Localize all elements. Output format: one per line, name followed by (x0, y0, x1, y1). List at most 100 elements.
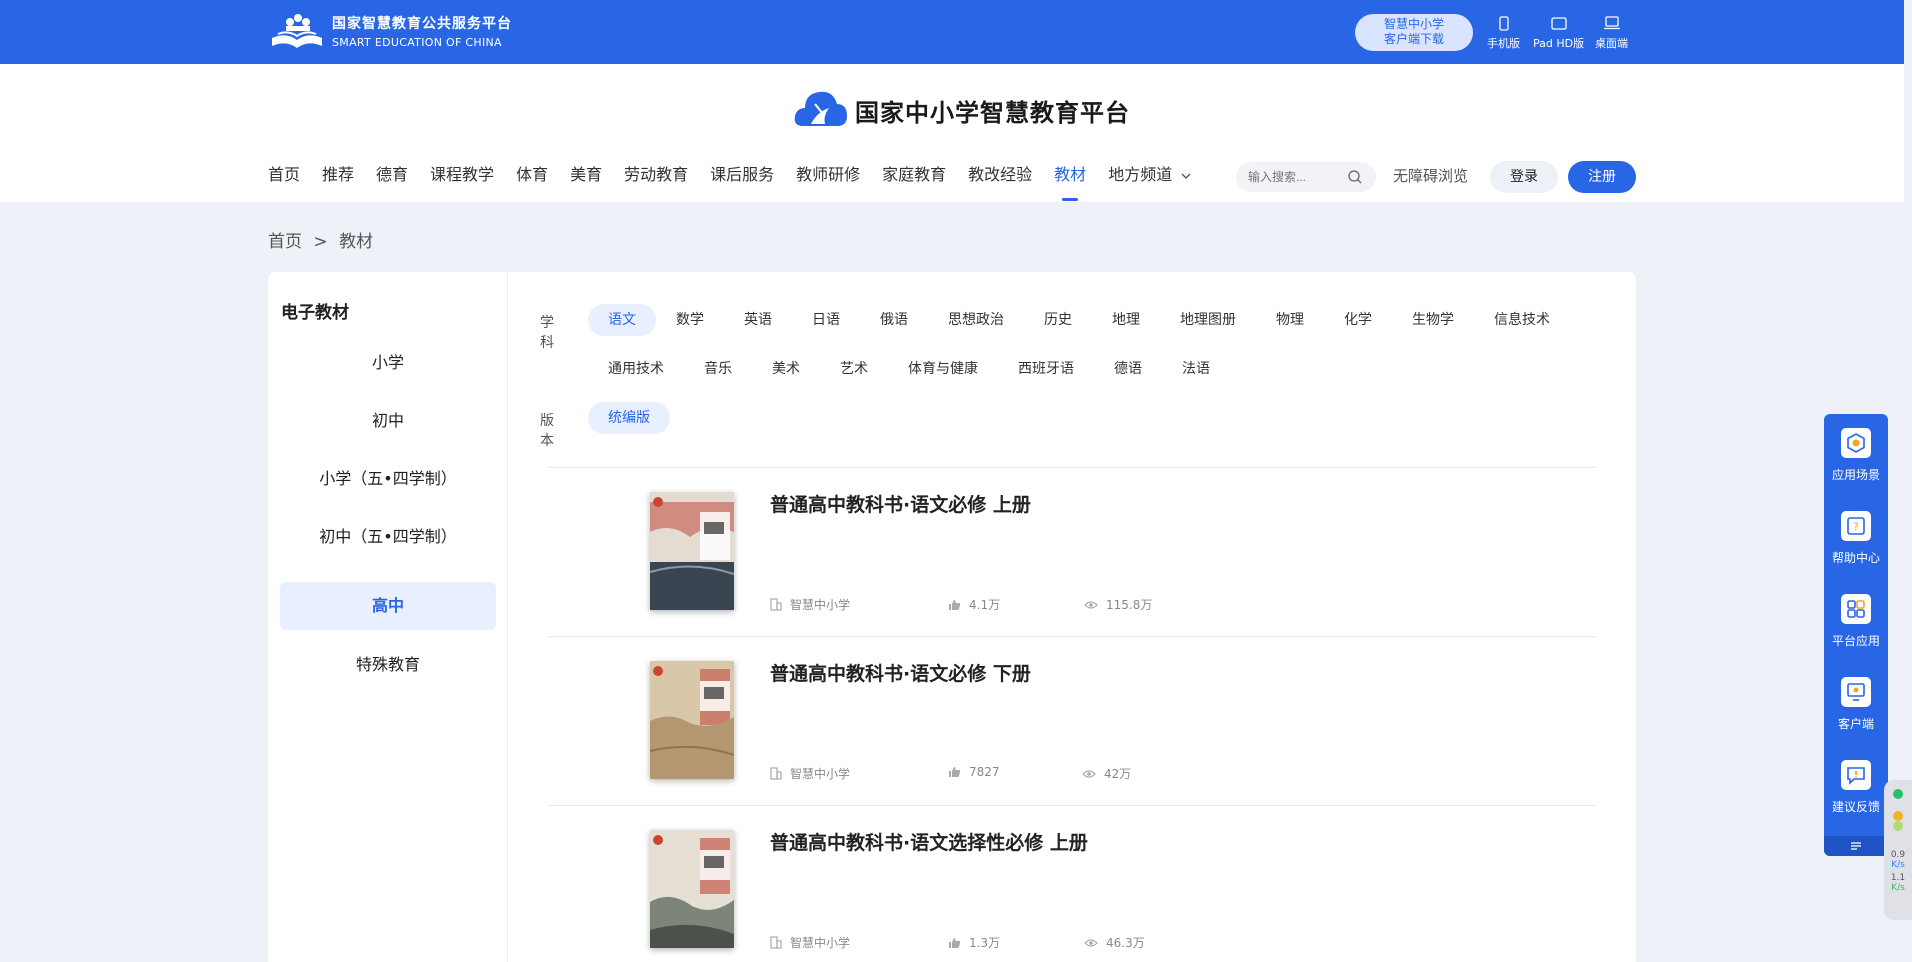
scenario-icon (1847, 433, 1865, 453)
nav-local-channel[interactable]: 地方频道 (1108, 165, 1191, 201)
brand-logo[interactable]: 国家中小学智慧教育平台 (793, 86, 1130, 134)
publisher-name: 智慧中小学 (790, 936, 851, 950)
nav-textbooks[interactable]: 教材 (1054, 165, 1086, 201)
toolbar-client-label: 客户端 (1837, 717, 1874, 731)
logo-en-text: SMART EDUCATION OF CHINA (332, 36, 502, 49)
subject-english[interactable]: 英语 (724, 304, 792, 336)
nav-courses[interactable]: 课程教学 (430, 165, 494, 201)
toolbar-collapse[interactable] (1824, 836, 1888, 856)
building-icon (770, 936, 782, 949)
subject-physics[interactable]: 物理 (1256, 304, 1324, 336)
help-icon: ? (1847, 517, 1865, 535)
textbook-title[interactable]: 普通高中教科书·语文选择性必修 上册 (770, 828, 1088, 855)
tablet-icon (1550, 16, 1567, 30)
device-pad[interactable]: Pad HD版 (1533, 14, 1584, 51)
subject-geography[interactable]: 地理 (1092, 304, 1160, 336)
subject-chemistry[interactable]: 化学 (1324, 304, 1392, 336)
textbook-cover[interactable] (650, 492, 734, 610)
toolbar-help[interactable]: ? 帮助中心 (1824, 511, 1888, 566)
stage-junior-54[interactable]: 初中（五•四学制） (280, 513, 496, 561)
stage-senior[interactable]: 高中 (280, 582, 496, 630)
toolbar-client[interactable]: 客户端 (1824, 677, 1888, 732)
nav-teacher-training[interactable]: 教师研修 (796, 165, 860, 201)
breadcrumb-separator: > (313, 232, 328, 252)
device-mobile[interactable]: 手机版 (1487, 14, 1520, 51)
sidebar-title: 电子教材 (281, 303, 349, 323)
nav-reform[interactable]: 教改经验 (968, 165, 1032, 201)
views-count: 115.8万 (1106, 598, 1153, 612)
building-icon (770, 767, 782, 780)
stage-special[interactable]: 特殊教育 (280, 641, 496, 689)
stage-primary[interactable]: 小学 (280, 339, 496, 387)
nav-home[interactable]: 首页 (268, 165, 300, 201)
textbook-card[interactable]: 普通高中教科书·语文必修 上册 智慧中小学 4.1万 115.8万 (548, 468, 1596, 636)
breadcrumb: 首页 > 教材 (268, 227, 379, 252)
laptop-icon (1603, 16, 1620, 30)
nav-family[interactable]: 家庭教育 (882, 165, 946, 201)
subject-math[interactable]: 数学 (656, 304, 724, 336)
subject-chinese[interactable]: 语文 (588, 304, 656, 336)
nav-moral[interactable]: 德育 (376, 165, 408, 201)
client-download-button[interactable]: 智慧中小学 客户端下载 (1355, 14, 1473, 51)
toolbar-apps[interactable]: 平台应用 (1824, 594, 1888, 649)
subject-general-tech[interactable]: 通用技术 (588, 353, 684, 385)
textbook-cover[interactable] (650, 661, 734, 779)
subject-history[interactable]: 历史 (1024, 304, 1092, 336)
side-toolbar: 应用场景 ? 帮助中心 平台应用 客户端 建议反馈 (1824, 414, 1888, 856)
nav-recommend[interactable]: 推荐 (322, 165, 354, 201)
feedback-icon (1847, 767, 1865, 785)
subject-spanish[interactable]: 西班牙语 (998, 353, 1094, 385)
device-desktop[interactable]: 桌面端 (1595, 14, 1628, 51)
nav-sports[interactable]: 体育 (516, 165, 548, 201)
subject-fine-arts[interactable]: 美术 (752, 353, 820, 385)
nav-after-school[interactable]: 课后服务 (710, 165, 774, 201)
top-bar: 国家智慧教育公共服务平台 SMART EDUCATION OF CHINA 智慧… (0, 0, 1904, 64)
platform-logo[interactable]: 国家智慧教育公共服务平台 SMART EDUCATION OF CHINA (268, 10, 512, 52)
breadcrumb-home[interactable]: 首页 (268, 232, 302, 252)
nav-labor[interactable]: 劳动教育 (624, 165, 688, 201)
subject-art[interactable]: 艺术 (820, 353, 888, 385)
textbook-likes: 1.3万 (948, 934, 1000, 951)
textbook-title[interactable]: 普通高中教科书·语文必修 下册 (770, 659, 1031, 686)
likes-count: 4.1万 (969, 598, 1001, 612)
nav-arts[interactable]: 美育 (570, 165, 602, 201)
subject-geo-atlas[interactable]: 地理图册 (1160, 304, 1256, 336)
login-button[interactable]: 登录 (1490, 161, 1558, 193)
subject-biology[interactable]: 生物学 (1392, 304, 1474, 336)
monitor-icon (1847, 683, 1865, 701)
book-logo-icon (268, 10, 326, 52)
subject-pe[interactable]: 体育与健康 (888, 353, 998, 385)
textbook-publisher: 智慧中小学 (770, 765, 850, 782)
nav-local-label: 地方频道 (1108, 165, 1173, 184)
views-count: 46.3万 (1106, 936, 1145, 950)
textbook-card[interactable]: 普通高中教科书·语文选择性必修 上册 智慧中小学 1.3万 46.3万 (548, 806, 1596, 962)
phone-icon (1498, 15, 1509, 31)
subject-japanese[interactable]: 日语 (792, 304, 860, 336)
stage-junior[interactable]: 初中 (280, 397, 496, 445)
subject-it[interactable]: 信息技术 (1474, 304, 1570, 336)
accessibility-link[interactable]: 无障碍浏览 (1393, 165, 1468, 186)
search-icon[interactable] (1348, 170, 1362, 184)
subject-russian[interactable]: 俄语 (860, 304, 928, 336)
register-button[interactable]: 注册 (1568, 161, 1636, 193)
textbook-title[interactable]: 普通高中教科书·语文必修 上册 (770, 490, 1031, 517)
eye-icon (1084, 600, 1098, 609)
toolbar-scenarios[interactable]: 应用场景 (1824, 428, 1888, 483)
version-tongbian[interactable]: 统编版 (588, 402, 670, 434)
main-nav: 首页 推荐 德育 课程教学 体育 美育 劳动教育 课后服务 教师研修 家庭教育 … (268, 165, 1213, 201)
network-speed-widget[interactable]: 0.9 K/s 1.1 K/s (1884, 780, 1912, 920)
textbook-views: 115.8万 (1084, 596, 1152, 613)
likes-count: 7827 (969, 765, 1000, 779)
subject-french[interactable]: 法语 (1162, 353, 1230, 385)
stage-primary-54[interactable]: 小学（五•四学制） (280, 455, 496, 503)
textbook-cover[interactable] (650, 830, 734, 948)
device-desktop-label: 桌面端 (1595, 37, 1628, 50)
subject-music[interactable]: 音乐 (684, 353, 752, 385)
subject-german[interactable]: 德语 (1094, 353, 1162, 385)
subject-politics[interactable]: 思想政治 (928, 304, 1024, 336)
version-label: 版本 (540, 413, 554, 449)
textbook-list-area: 学科 语文 数学 英语 日语 俄语 思想政治 历史 地理 地理图册 物理 化学 … (508, 272, 1636, 962)
traffic-lights-icon (1893, 789, 1903, 831)
textbook-card[interactable]: 普通高中教科书·语文必修 下册 智慧中小学 7827 42万 (548, 637, 1596, 805)
toolbar-feedback[interactable]: 建议反馈 (1824, 760, 1888, 815)
